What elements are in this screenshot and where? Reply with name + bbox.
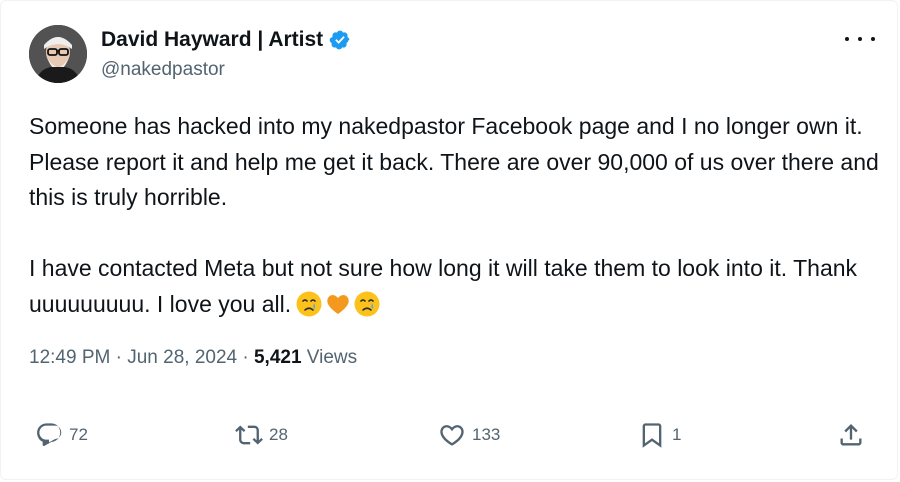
action-bar: 72 28 133 1: [1, 419, 900, 451]
meta-separator: ·: [110, 347, 128, 368]
bookmark-icon: [642, 423, 662, 448]
share-button[interactable]: [837, 419, 865, 451]
reply-button[interactable]: 72: [35, 419, 88, 451]
views-label: Views: [301, 347, 358, 368]
heart-icon: [440, 425, 464, 446]
more-options-icon[interactable]: [845, 29, 875, 49]
author-handle[interactable]: @nakedpastor: [101, 59, 225, 81]
avatar[interactable]: [29, 25, 87, 83]
share-icon: [840, 424, 862, 446]
tweet-paragraph-1: Someone has hacked into my nakedpastor F…: [29, 113, 886, 210]
tweet-paragraph-2: I have contacted Meta but not sure how l…: [29, 255, 864, 317]
meta-separator: ·: [237, 347, 254, 368]
like-button[interactable]: 133: [438, 419, 500, 451]
crying-face-emoji-icon: [354, 291, 380, 316]
tweet-time[interactable]: 12:49 PM: [29, 347, 110, 368]
bookmark-button[interactable]: 1: [638, 419, 681, 451]
orange-heart-emoji-icon: [327, 294, 349, 314]
tweet-text: Someone has hacked into my nakedpastor F…: [29, 109, 879, 322]
tweet-card: David Hayward | Artist @nakedpastor Some…: [0, 0, 898, 480]
like-count: 133: [472, 425, 501, 444]
reply-count: 72: [69, 425, 88, 444]
tweet-date[interactable]: Jun 28, 2024: [127, 347, 237, 368]
author-name[interactable]: David Hayward | Artist: [101, 28, 323, 52]
bookmark-count: 1: [672, 425, 682, 444]
repost-count: 28: [269, 425, 288, 444]
repost-icon: [235, 425, 263, 445]
repost-button[interactable]: 28: [235, 419, 288, 451]
views-count: 5,421: [253, 347, 302, 368]
author-row: David Hayward | Artist: [101, 27, 351, 53]
reply-icon: [37, 423, 62, 447]
verified-badge-icon: [329, 29, 351, 51]
emoji-group: [295, 290, 381, 318]
tweet-meta: 12:49 PM · Jun 28, 2024 · 5,421 Views: [29, 347, 357, 369]
crying-face-emoji-icon: [296, 291, 322, 316]
